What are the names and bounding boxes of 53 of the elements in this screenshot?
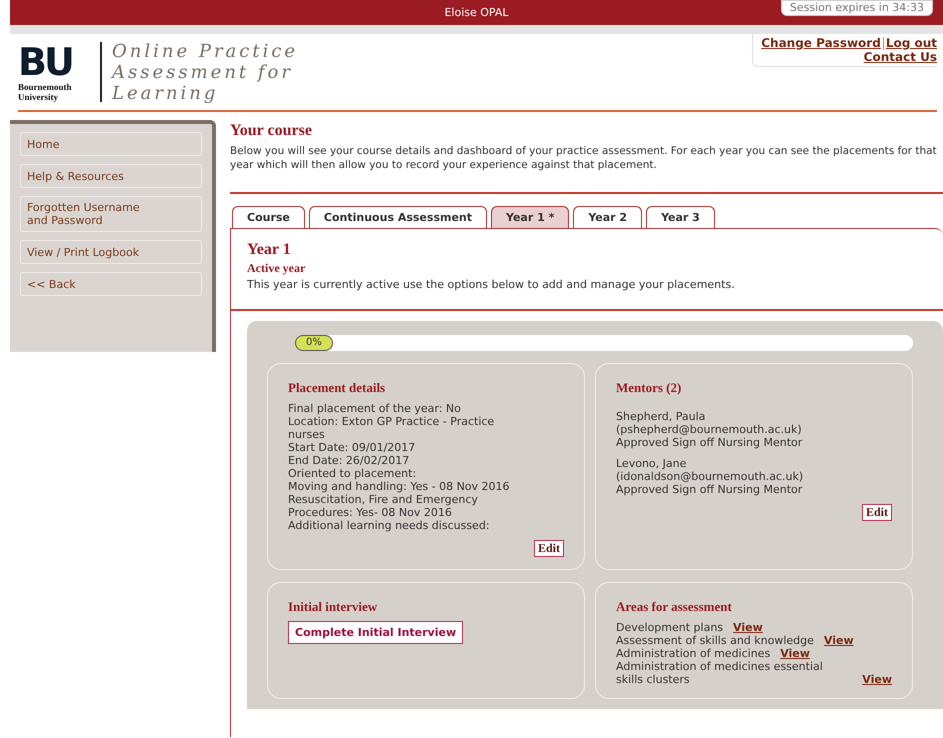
- mentor-role: Approved Sign off Nursing Mentor: [616, 436, 804, 449]
- card-title: Placement details: [288, 380, 386, 396]
- edit-button[interactable]: Edit: [862, 504, 892, 521]
- edit-button[interactable]: Edit: [534, 540, 564, 557]
- detail-line: Resuscitation, Fire and Emergency Procedures: Yes- 08 Nov 2016: [288, 493, 479, 519]
- session-timer: Session expires in 34:33: [780, 0, 933, 16]
- year-description: This year is currently active use the options below to add and manage your placements.: [247, 278, 736, 291]
- logout-link[interactable]: Log out: [886, 36, 937, 50]
- detail-line: Final placement of the year: No: [288, 402, 462, 415]
- tab[interactable]: Continuous Assessment: [308, 206, 487, 228]
- view-link[interactable]: View: [780, 647, 810, 660]
- detail-line: Additional learning needs discussed:: [288, 519, 491, 532]
- detail-line: Location: Exton GP Practice - Practice nurses: [288, 415, 496, 441]
- card-title: Areas for assessment: [616, 599, 733, 615]
- progress-label: 0%: [295, 335, 333, 351]
- app-title: Online Practice Assessment for Learning: [112, 40, 300, 104]
- year-status: Active year: [247, 261, 306, 276]
- page-title: Your course: [230, 122, 313, 140]
- detail-line: End Date: 26/02/2017: [288, 454, 410, 467]
- tab[interactable]: Year 2: [573, 206, 642, 228]
- detail-line: Moving and handling: Yes - 08 Nov 2016: [288, 480, 511, 493]
- user-name: Eloise OPAL: [444, 6, 509, 19]
- contact-link[interactable]: Contact Us: [864, 50, 937, 64]
- change-password-link[interactable]: Change Password: [761, 36, 881, 50]
- mentor-email: (pshepherd@bournemouth.ac.uk): [616, 423, 803, 436]
- card-title: Initial interview: [288, 599, 378, 615]
- sidebar-item[interactable]: Help & Resources: [20, 164, 202, 188]
- sidebar-item[interactable]: Home: [20, 132, 202, 156]
- view-link[interactable]: View: [733, 621, 763, 634]
- year-title: Year 1: [247, 241, 292, 259]
- detail-line: Oriented to placement:: [288, 467, 418, 480]
- complete-interview-button[interactable]: Complete Initial Interview: [288, 621, 464, 644]
- mentor-name: Shepherd, Paula: [616, 410, 706, 423]
- area-label: Administration of medicines essential skills clusters: [616, 660, 824, 686]
- area-label: Administration of medicines: [616, 647, 770, 660]
- intro-text: Below you will see your course details and dashboard of your practice assessment. For each year you can see the placements for that year which will then allow you to record your experience against that placement.: [230, 144, 938, 172]
- view-link[interactable]: View: [824, 634, 854, 647]
- detail-line: Start Date: 09/01/2017: [288, 441, 416, 454]
- area-label: Development plans: [616, 621, 724, 634]
- area-label: Assessment of skills and knowledge: [616, 634, 814, 647]
- tab[interactable]: Year 1 *: [491, 206, 570, 228]
- card-title: Mentors (2): [616, 380, 682, 396]
- sidebar-item[interactable]: Forgotten Username and Password: [20, 196, 202, 232]
- mentor-role: Approved Sign off Nursing Mentor: [616, 483, 804, 496]
- mentor-name: Levono, Jane: [616, 457, 688, 470]
- sidebar-item[interactable]: View / Print Logbook: [20, 240, 202, 264]
- tab[interactable]: Course: [232, 206, 305, 228]
- tab[interactable]: Year 3: [646, 206, 715, 228]
- view-link[interactable]: View: [862, 673, 892, 686]
- logo-name: Bournemouth University: [18, 82, 73, 102]
- mentor-email: (idonaldson@bournemouth.ac.uk): [616, 470, 804, 483]
- sidebar-item[interactable]: << Back: [20, 272, 202, 296]
- logo-mark: BU: [18, 42, 73, 82]
